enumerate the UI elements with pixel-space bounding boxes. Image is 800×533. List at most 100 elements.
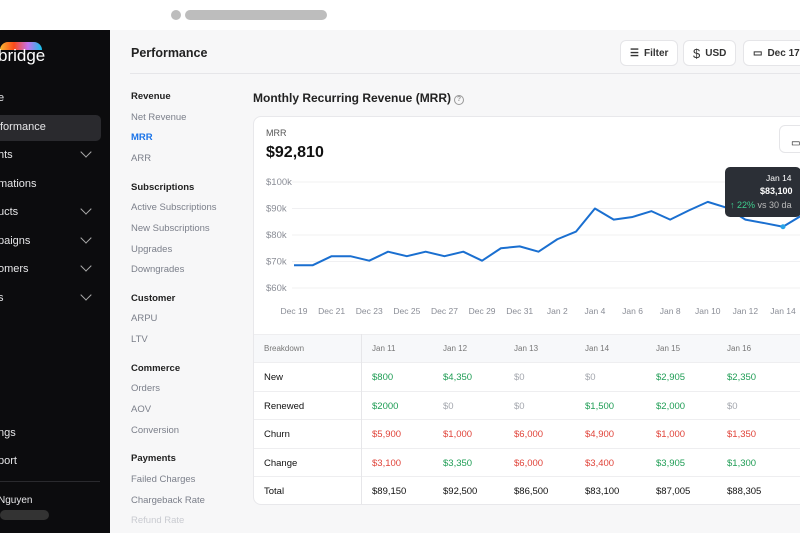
column-header: Jan 12	[443, 344, 468, 353]
data-point[interactable]	[780, 224, 786, 230]
subnav-item[interactable]: Net Revenue	[131, 112, 186, 123]
currency-button[interactable]: $ USD	[683, 40, 737, 66]
subnav-item[interactable]: Chargeback Rate	[131, 495, 205, 506]
table-cell: $800	[372, 372, 394, 383]
table-row: New $800 $4,350 $0 $0 $2,905 $2,350	[254, 362, 800, 390]
subnav-item[interactable]: Orders	[131, 383, 160, 394]
table-cell: $0	[443, 400, 454, 412]
subnav-item[interactable]: ARPU	[131, 313, 157, 324]
chart-tooltip: Jan 14 $83,100 ↑ 22% vs 30 da	[725, 167, 800, 217]
x-tick-label: Dec 21	[318, 306, 345, 316]
subnav-item[interactable]: LTV	[131, 334, 148, 345]
divider	[0, 481, 100, 482]
y-tick-label: $70k	[266, 257, 287, 268]
subnav-item[interactable]: Conversion	[131, 425, 179, 436]
header-divider	[130, 73, 800, 74]
x-tick-label: Jan 6	[622, 306, 643, 316]
column-header: Jan 16	[727, 344, 752, 353]
table-cell: $88,305	[727, 486, 762, 497]
table-cell: $0	[585, 372, 596, 383]
x-tick-label: Jan 12	[733, 306, 759, 316]
sidebar-item[interactable]: ucts	[0, 206, 18, 218]
x-tick-label: Dec 19	[281, 306, 308, 316]
subnav-item[interactable]: Upgrades	[131, 244, 172, 255]
x-tick-label: Dec 25	[393, 306, 420, 316]
mrr-line-chart: $60k $70k $80k $90k $100k Dec 19 Dec 21 Dec 23 D…	[266, 177, 800, 316]
table-cell: $6,000	[514, 457, 544, 469]
sidebar-item[interactable]: formance	[0, 114, 101, 141]
table-cell: $1,500	[585, 400, 615, 412]
x-tick-label: Jan 14	[770, 306, 796, 316]
table-cell: $2000	[372, 400, 399, 412]
row-label: Churn	[264, 429, 290, 440]
window-dot	[171, 10, 181, 20]
table-cell: $1,300	[727, 457, 757, 469]
table-cell: $2,905	[656, 372, 686, 383]
sidebar-item[interactable]: hts	[0, 149, 13, 161]
y-tick-label: $80k	[266, 230, 287, 241]
row-label: Renewed	[264, 400, 305, 412]
main: Performance ☰ Filter $ USD ▭ Dec 17 Revenue…	[110, 30, 800, 533]
window-topbar	[0, 0, 800, 30]
table-cell: $3,100	[372, 457, 402, 469]
subnav-heading: Payments	[131, 453, 176, 465]
subnav-item[interactable]: Refund Rate	[131, 515, 184, 526]
sidebar-item[interactable]: mations	[0, 178, 37, 190]
filter-button[interactable]: ☰ Filter	[620, 40, 679, 66]
row-label: Total	[264, 486, 285, 497]
sidebar-item[interactable]: s	[0, 292, 4, 304]
arrow-up-icon: ↑	[730, 200, 738, 210]
x-tick-label: Jan 8	[660, 306, 681, 316]
filter-icon: ☰	[630, 47, 639, 59]
card-title: Monthly Recurring Revenue (MRR)?	[253, 91, 465, 105]
table-row: Total $89,150 $92,500 $86,500 $83,100 $87,005…	[254, 476, 800, 504]
table-cell: $3,350	[443, 457, 473, 469]
date-label: Dec 17	[767, 47, 800, 59]
table-cell: $4,900	[585, 429, 615, 440]
x-tick-label: Jan 2	[547, 306, 568, 316]
sidebar-item-support[interactable]: port	[0, 455, 17, 467]
sidebar-item[interactable]: omers	[0, 263, 29, 275]
chevron-down-icon[interactable]	[80, 288, 92, 301]
column-header: Breakdown	[264, 344, 305, 353]
table-cell: $1,000	[443, 429, 473, 440]
sidebar-item-settings[interactable]: ngs	[0, 427, 16, 439]
subnav-item[interactable]: Downgrades	[131, 264, 184, 275]
x-tick-label: Jan 4	[585, 306, 606, 316]
y-tick-label: $60k	[266, 283, 287, 294]
row-label: New	[264, 372, 284, 383]
table-row: Change $3,100 $3,350 $6,000 $3,400 $3,905 $1,3…	[254, 447, 800, 476]
subnav-item[interactable]: New Subscriptions	[131, 223, 210, 234]
table-cell: $1,000	[656, 429, 686, 440]
table-cell: $3,905	[656, 457, 686, 469]
subnav-item[interactable]: Failed Charges	[131, 474, 195, 485]
help-icon[interactable]: ?	[454, 95, 465, 105]
subnav-heading: Subscriptions	[131, 181, 195, 193]
date-range-button[interactable]: ▭ Dec 17	[743, 40, 800, 66]
sidebar: bridge e formance hts mations ucts paigns omer…	[0, 30, 110, 533]
chevron-down-icon[interactable]	[80, 231, 92, 244]
user-email-placeholder	[0, 510, 49, 520]
column-header: Jan 14	[585, 344, 610, 353]
filter-label: Filter	[643, 47, 669, 59]
y-tick-label: $90k	[266, 204, 287, 215]
table-cell: $89,150	[372, 486, 407, 497]
column-divider	[361, 334, 362, 504]
address-bar[interactable]	[185, 10, 327, 20]
chevron-down-icon[interactable]	[80, 260, 92, 272]
subnav-item[interactable]: MRR	[131, 132, 153, 143]
table-cell: $86,500	[514, 486, 549, 497]
subnav-item[interactable]: ARR	[131, 153, 151, 164]
chevron-down-icon[interactable]	[80, 146, 92, 158]
table-row: Renewed $2000 $0 $0 $1,500 $2,000 $0	[254, 390, 800, 419]
user-name[interactable]: Nguyen	[0, 495, 32, 506]
x-tick-label: Dec 29	[469, 306, 496, 316]
sidebar-item[interactable]: e	[0, 92, 4, 104]
subnav-item[interactable]: AOV	[131, 404, 151, 415]
subnav-heading: Commerce	[131, 362, 181, 374]
chevron-down-icon[interactable]	[80, 203, 92, 215]
table-row: Churn $5,900 $1,000 $6,000 $4,900 $1,000 $1,35…	[254, 419, 800, 447]
sidebar-item[interactable]: paigns	[0, 235, 30, 247]
subnav-item[interactable]: Active Subscriptions	[131, 202, 217, 213]
table-cell: $4,350	[443, 372, 473, 383]
